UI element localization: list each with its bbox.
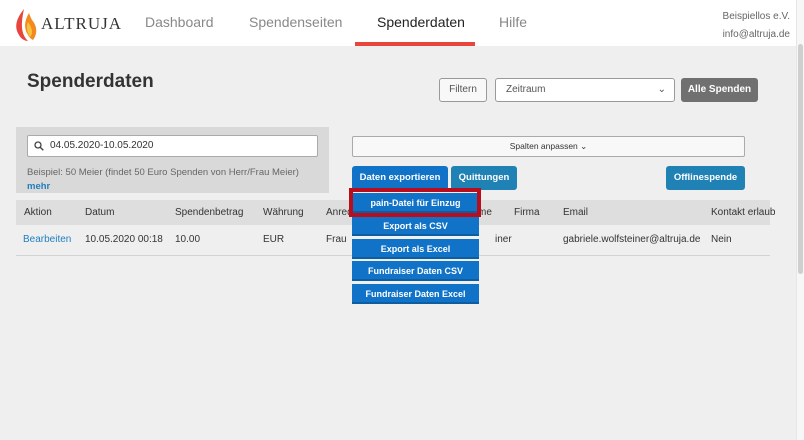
column-header-spendenbetrag[interactable]: Spendenbetrag: [175, 200, 243, 225]
column-header-datum[interactable]: Datum: [85, 200, 114, 225]
organization-email[interactable]: info@altruja.de: [723, 26, 790, 44]
search-panel: 04.05.2020-10.05.2020 Beispiel: 50 Meier…: [16, 127, 329, 193]
cell-waehrung: EUR: [263, 234, 285, 245]
brand-name: ALTRUJA: [41, 14, 122, 33]
chevron-down-icon: ⌄: [580, 141, 588, 151]
column-header-kontakt[interactable]: Kontakt erlaub: [711, 200, 776, 225]
cell-kontakt: Nein: [711, 234, 732, 245]
menu-item-fundraiser-csv[interactable]: Fundraiser Daten CSV: [352, 261, 479, 281]
altruja-flame-logo[interactable]: [12, 7, 42, 43]
quittungen-button[interactable]: Quittungen: [451, 166, 517, 190]
column-header-firma[interactable]: Firma: [514, 200, 540, 225]
search-icon: [34, 141, 44, 151]
cell-email: gabriele.wolfsteiner@altruja.de: [563, 234, 701, 245]
spalten-anpassen-button[interactable]: Spalten anpassen ⌄: [352, 136, 745, 157]
cell-datum: 10.05.2020 00:18: [85, 234, 163, 245]
daten-exportieren-button[interactable]: Daten exportieren: [352, 166, 448, 190]
search-more-link[interactable]: mehr: [27, 181, 50, 192]
column-header-waehrung[interactable]: Währung: [263, 200, 304, 225]
menu-item-fundraiser-excel[interactable]: Fundraiser Daten Excel: [352, 284, 479, 304]
zeitraum-select[interactable]: Zeitraum ⌄: [495, 78, 675, 102]
nav-dashboard[interactable]: Dashboard: [145, 14, 214, 30]
organization-name[interactable]: Beispiellos e.V.: [723, 8, 790, 26]
offlinespende-button[interactable]: Offlinespende: [666, 166, 745, 190]
search-hint: Beispiel: 50 Meier (findet 50 Euro Spend…: [27, 167, 299, 178]
menu-item-export-csv[interactable]: Export als CSV: [352, 216, 479, 236]
top-navigation-bar: ALTRUJA Dashboard Spendenseiten Spenderd…: [0, 0, 804, 46]
column-header-aktion[interactable]: Aktion: [24, 200, 52, 225]
alle-spenden-button[interactable]: Alle Spenden: [681, 78, 758, 102]
cell-anrede: Frau: [326, 234, 347, 245]
page-title: Spenderdaten: [27, 71, 154, 92]
scrollbar-thumb[interactable]: [798, 44, 803, 274]
chevron-down-icon: ⌄: [657, 84, 666, 95]
cell-betrag: 10.00: [175, 234, 201, 245]
search-input[interactable]: 04.05.2020-10.05.2020: [27, 135, 318, 157]
spalten-anpassen-label: Spalten anpassen: [509, 141, 578, 151]
cell-name: iner: [495, 234, 512, 245]
nav-spenderdaten[interactable]: Spenderdaten: [377, 14, 465, 30]
highlight-annotation-box: [349, 188, 481, 217]
organization-info: Beispiellos e.V. info@altruja.de: [723, 8, 790, 44]
column-header-email[interactable]: Email: [563, 200, 588, 225]
filter-button[interactable]: Filtern: [439, 78, 487, 102]
menu-item-export-excel[interactable]: Export als Excel: [352, 239, 479, 259]
search-input-value: 04.05.2020-10.05.2020: [50, 140, 154, 151]
nav-hilfe[interactable]: Hilfe: [499, 14, 527, 30]
nav-spendenseiten[interactable]: Spendenseiten: [249, 14, 342, 30]
bearbeiten-link[interactable]: Bearbeiten: [23, 225, 71, 255]
active-tab-indicator: [355, 42, 475, 46]
page-scrollbar[interactable]: [796, 0, 804, 440]
zeitraum-select-value: Zeitraum: [506, 84, 546, 95]
